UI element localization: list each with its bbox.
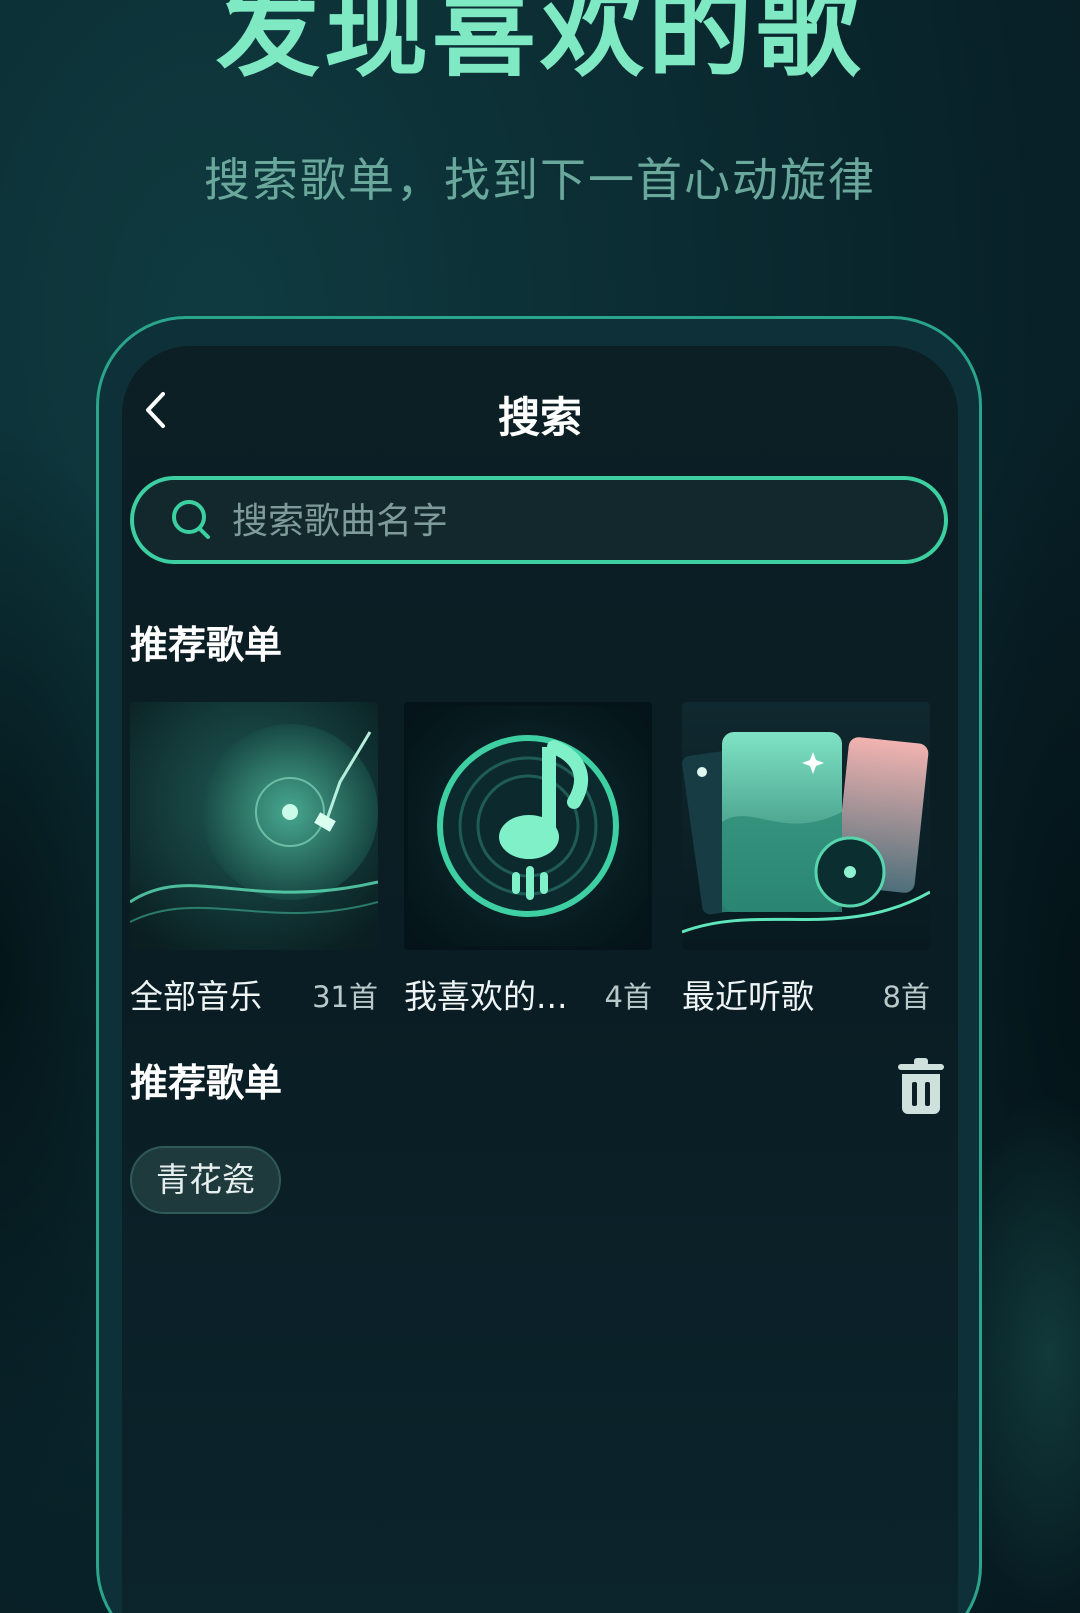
- trash-icon: [898, 1058, 944, 1114]
- playlist-name: 全部音乐: [130, 977, 262, 1016]
- playlist-cover: [130, 702, 378, 950]
- playlist-cover: [682, 702, 930, 950]
- history-tag[interactable]: 青花瓷: [130, 1146, 281, 1214]
- cards-landscape-cover-icon: [682, 702, 930, 950]
- turntable-cover-icon: [130, 702, 378, 950]
- hero-title: 发现喜欢的歌: [215, 0, 864, 91]
- nav-bar: 搜索: [122, 376, 958, 446]
- clear-history-button[interactable]: [892, 1058, 950, 1114]
- playlist-name: 最近听歌: [682, 977, 814, 1016]
- recommended-section-title: 推荐歌单: [130, 623, 283, 667]
- history-section-title: 推荐歌单: [130, 1061, 283, 1105]
- playlist-count: 31首: [312, 980, 378, 1014]
- hero-subtitle: 搜索歌单，找到下一首心动旋律: [204, 153, 876, 207]
- search-input[interactable]: [230, 480, 924, 562]
- playlist-name: 我喜欢的...: [404, 977, 568, 1016]
- playlist-card-recent[interactable]: 最近听歌 8首: [682, 702, 930, 1024]
- search-box[interactable]: [130, 476, 948, 564]
- page-title: 搜索: [497, 393, 582, 442]
- playlist-count: 8首: [882, 980, 930, 1014]
- playlist-card-favorites[interactable]: 我喜欢的... 4首: [404, 702, 652, 1024]
- phone-screen: 搜索 推荐歌单: [122, 346, 958, 1613]
- promo-stage: 发现喜欢的歌 搜索歌单，找到下一首心动旋律 搜索 推荐歌单: [0, 0, 1080, 1613]
- search-icon: [172, 500, 210, 539]
- playlist-cover: [404, 702, 652, 950]
- playlist-card-all-music[interactable]: 全部音乐 31首: [130, 702, 378, 1024]
- music-note-vinyl-cover-icon: [404, 702, 652, 950]
- playlist-count: 4首: [604, 980, 652, 1014]
